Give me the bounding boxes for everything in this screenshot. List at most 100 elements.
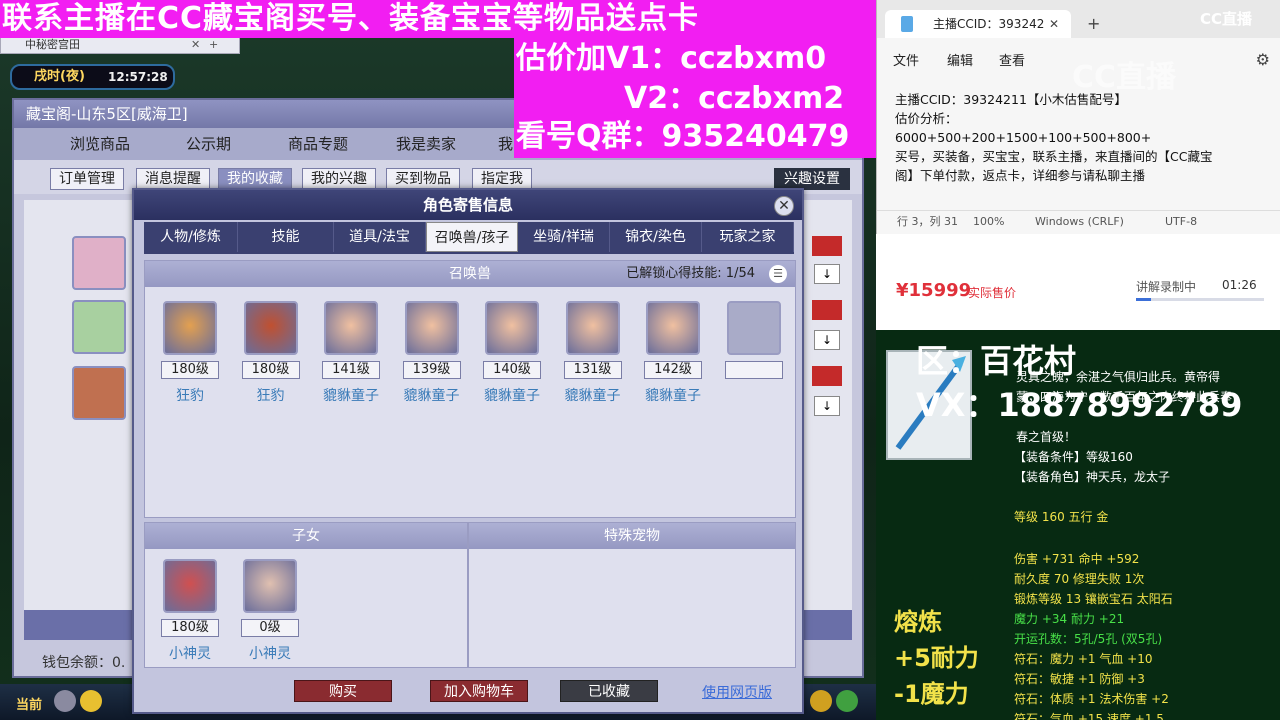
system-icon[interactable] [810, 690, 832, 712]
tab-outfits[interactable]: 锦衣/染色 [610, 222, 702, 252]
text-line: 6000+500+200+1500+100+500+800+ [895, 130, 1152, 145]
add-to-cart-button[interactable]: 加入购物车 [430, 680, 528, 702]
cc-live-watermark: CC直播 [1072, 60, 1177, 95]
item-attribute: 符石：敏捷 +1 防御 +3 [1014, 672, 1145, 686]
nav-topics[interactable]: 商品专题 [288, 128, 348, 160]
pet-level: 180级 [161, 361, 219, 379]
pet-name: 貔貅童子 [323, 388, 379, 404]
tab-skills[interactable]: 技能 [238, 222, 334, 252]
subnav-bought[interactable]: 买到物品 [386, 168, 460, 190]
smelt-line: +5耐力 [894, 644, 979, 672]
item-attribute: 【装备条件】等级160 [1014, 450, 1133, 464]
avatar [72, 236, 126, 290]
tab-character[interactable]: 人物/修炼 [144, 222, 238, 252]
tab-pets[interactable]: 召唤兽/孩子 [426, 222, 518, 252]
cc-live-logo: CC直播 [1200, 10, 1253, 28]
subnav-favorites[interactable]: 我的收藏 [218, 168, 292, 190]
row-dropdown[interactable]: ↓ [814, 330, 840, 350]
special-pets-header: 特殊宠物 [469, 523, 795, 549]
nav-browse[interactable]: 浏览商品 [70, 128, 130, 160]
browser-tab[interactable]: 中秘密宫田 ✕ + [0, 36, 240, 54]
tab-home[interactable]: 玩家之家 [702, 222, 794, 252]
child-portrait[interactable] [163, 559, 217, 613]
tab-underline [144, 252, 794, 254]
browser-tab-label: 中秘密宫田 [25, 38, 80, 51]
emoji-icon[interactable] [80, 690, 102, 712]
promo-box: 估价加V1：cczbxm0 V2：cczbxm2 看号Q群：935240479 [514, 38, 876, 158]
avatar [72, 366, 126, 420]
menu-file[interactable]: 文件 [893, 50, 919, 69]
subnav-orders[interactable]: 订单管理 [50, 168, 124, 190]
nav-public[interactable]: 公示期 [186, 128, 231, 160]
pet-name: 狂豹 [256, 388, 285, 404]
notepad-window: 主播CCID：393242 ✕ + 文件 编辑 查看 ⚙ 主播CCID：3932… [876, 0, 1280, 234]
child-name: 小神灵 [249, 646, 291, 662]
encoding: UTF-8 [1165, 215, 1198, 228]
pet-portrait[interactable] [163, 301, 217, 355]
pet-portrait[interactable] [485, 301, 539, 355]
tab-mounts[interactable]: 坐骑/祥瑞 [518, 222, 610, 252]
row-dropdown[interactable]: ↓ [814, 396, 840, 416]
pet-level: 180级 [241, 361, 300, 379]
recording-time: 01:26 [1222, 278, 1257, 292]
promo-line: 看号Q群：935240479 [516, 119, 850, 154]
promo-line: 估价加V1：cczbxm0 [516, 41, 827, 76]
menu-view[interactable]: 查看 [999, 50, 1025, 69]
pet-portrait[interactable] [243, 301, 298, 355]
tab-items[interactable]: 道具/法宝 [334, 222, 426, 252]
notepad-statusbar: 行 3，列 31 100% Windows (CRLF) UTF-8 [877, 210, 1280, 232]
notepad-tab[interactable]: 主播CCID：393242 ✕ [885, 10, 1071, 38]
new-tab-icon[interactable]: + [1087, 14, 1100, 33]
smelt-title: 熔炼 [894, 608, 942, 636]
area-overlay: 区：百花村 [916, 342, 1077, 380]
favorited-button[interactable]: 已收藏 [560, 680, 658, 702]
item-attribute: 【装备角色】神天兵，龙太子 [1014, 470, 1171, 484]
child-level: 180级 [161, 619, 219, 637]
subnav-interests[interactable]: 我的兴趣 [302, 168, 376, 190]
list-menu-icon[interactable]: ☰ [769, 265, 787, 283]
row-action-button[interactable] [812, 236, 842, 256]
buy-button[interactable]: 购买 [294, 680, 392, 702]
recording-progress-fill [1136, 298, 1152, 301]
new-tab-icon[interactable]: + [209, 37, 218, 53]
pet-portrait[interactable] [324, 301, 378, 355]
child-name: 小神灵 [169, 646, 211, 662]
row-dropdown[interactable]: ↓ [814, 264, 840, 284]
pet-level: 139级 [402, 361, 461, 379]
nav-seller[interactable]: 我是卖家 [396, 128, 456, 160]
gear-icon[interactable]: ⚙ [1256, 50, 1270, 69]
close-icon[interactable]: ✕ [191, 37, 200, 53]
subnav-messages[interactable]: 消息提醒 [136, 168, 210, 190]
close-icon[interactable]: ✕ [774, 196, 794, 216]
row-action-button[interactable] [812, 366, 842, 386]
line-ending: Windows (CRLF) [1035, 215, 1124, 228]
pet-level: 131级 [563, 361, 622, 379]
pet-portrait[interactable] [565, 301, 620, 355]
promo-line: V2：cczbxm2 [624, 81, 845, 116]
nav-mine[interactable]: 我 [498, 128, 513, 160]
text-line: 阁】下单付款，返点卡，详细参与请私聊主播 [895, 168, 1146, 183]
smelt-line: -1魔力 [894, 680, 969, 708]
team-icon[interactable] [836, 690, 858, 712]
subnav-assigned[interactable]: 指定我 [472, 168, 532, 190]
web-version-link[interactable]: 使用网页版 [702, 682, 772, 702]
child-portrait[interactable] [243, 559, 297, 613]
item-attribute: 开运孔数：5孔/5孔 (双5孔) [1014, 632, 1163, 646]
cursor-position: 行 3，列 31 [897, 215, 958, 228]
menu-edit[interactable]: 编辑 [947, 50, 973, 69]
item-attribute: 符石：魔力 +1 气血 +10 [1014, 652, 1153, 666]
item-attribute: 符石：体质 +1 法术伤害 +2 [1014, 692, 1169, 706]
pet-portrait[interactable] [404, 301, 459, 355]
children-panel: 子女 180级 小神灵 0级 小神灵 [144, 522, 468, 668]
row-action-button[interactable] [812, 300, 842, 320]
pet-portrait[interactable] [646, 301, 700, 355]
pet-level: 142级 [644, 361, 702, 379]
notepad-text[interactable]: 主播CCID：39324211【小木估售配号】 估价分析： 6000+500+2… [895, 90, 1267, 185]
mic-icon[interactable] [54, 690, 76, 712]
pet-portrait[interactable] [726, 301, 781, 355]
text-line: 估价分析： [895, 111, 958, 126]
close-icon[interactable]: ✕ [1049, 10, 1059, 38]
interest-settings-button[interactable]: 兴趣设置 [774, 168, 850, 190]
promo-banner: 联系主播在CC藏宝阁买号、装备宝宝等物品送点卡 [0, 0, 876, 38]
current-channel[interactable]: 当前 [16, 694, 42, 713]
